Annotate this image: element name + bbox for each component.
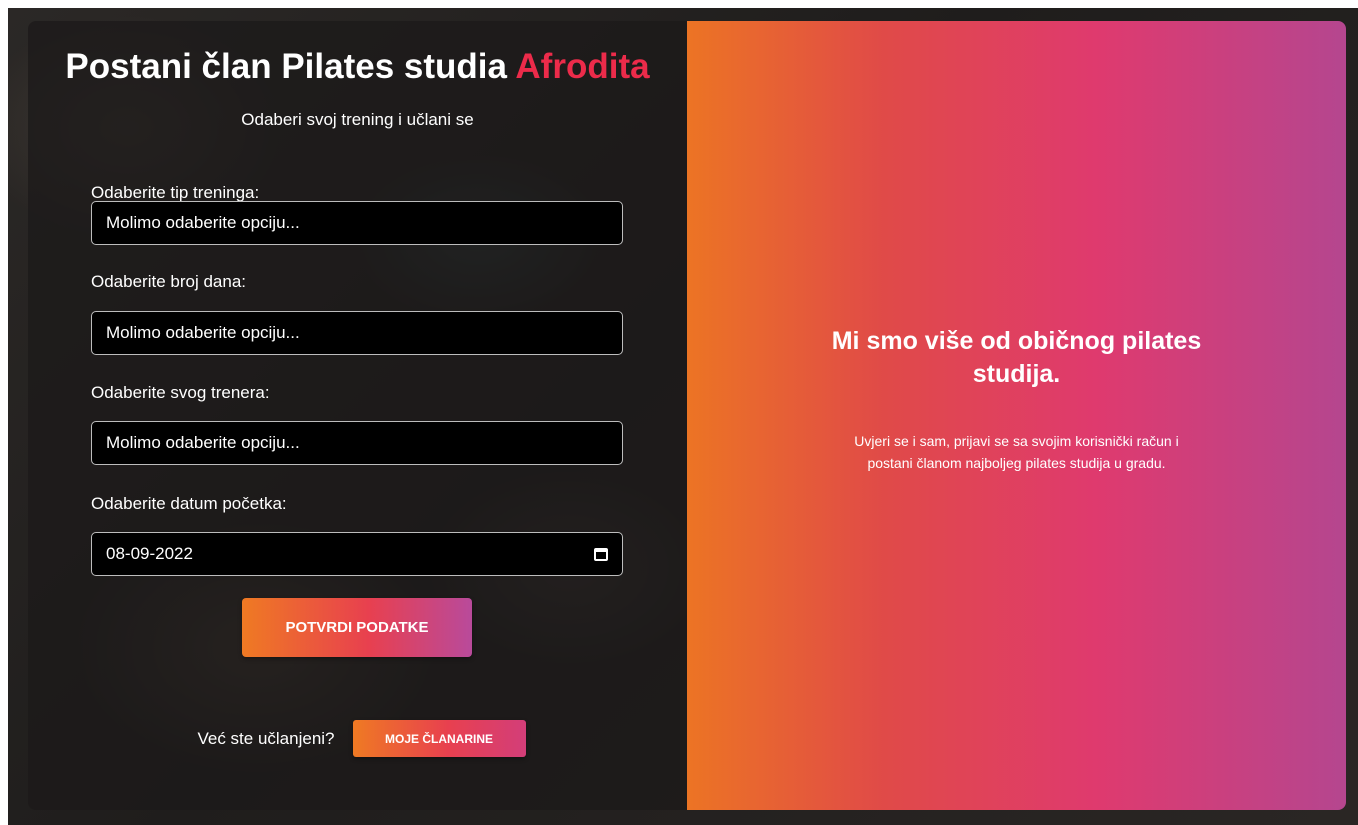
promo-panel: Mi smo više od običnog pilates studija. … (687, 21, 1346, 810)
trainer-label: Odaberite svog trenera: (91, 383, 270, 402)
title-accent: Afrodita (515, 47, 650, 86)
page-title: Postani član Pilates studia Afrodita (28, 47, 687, 87)
training-type-label: Odaberite tip treninga: (91, 183, 260, 202)
trainer-select[interactable]: Molimo odaberite opciju... (91, 421, 623, 465)
calendar-icon[interactable] (594, 547, 608, 561)
start-date-input[interactable]: 08-09-2022 (91, 532, 623, 576)
promo-title: Mi smo više od običnog pilates studija. (831, 327, 1202, 388)
days-count-value: Molimo odaberite opciju... (106, 323, 300, 342)
existing-member-row: Već ste učlanjeni? MOJE ČLANARINE (28, 720, 687, 757)
signup-card: Postani član Pilates studia Afrodita Oda… (28, 21, 1346, 810)
my-memberships-button[interactable]: MOJE ČLANARINE (352, 720, 526, 757)
trainer-value: Molimo odaberite opciju... (106, 433, 300, 452)
existing-member-text: Već ste učlanjeni? (197, 728, 335, 748)
form-subtitle: Odaberi svoj trening i učlani se (241, 110, 474, 129)
promo-text: Uvjeri se i sam, prijavi se sa svojim ko… (854, 433, 1179, 472)
confirm-data-button[interactable]: POTVRDI PODATKE (242, 598, 472, 657)
training-type-value: Molimo odaberite opciju... (106, 213, 300, 232)
training-type-select[interactable]: Molimo odaberite opciju... (91, 201, 623, 245)
title-main: Postani član Pilates studia (65, 47, 507, 86)
days-count-label: Odaberite broj dana: (91, 272, 246, 291)
start-date-label: Odaberite datum početka: (91, 494, 287, 513)
membership-form: Postani član Pilates studia Afrodita Oda… (28, 21, 687, 810)
start-date-value: 08-09-2022 (106, 544, 193, 563)
days-count-select[interactable]: Molimo odaberite opciju... (91, 311, 623, 355)
